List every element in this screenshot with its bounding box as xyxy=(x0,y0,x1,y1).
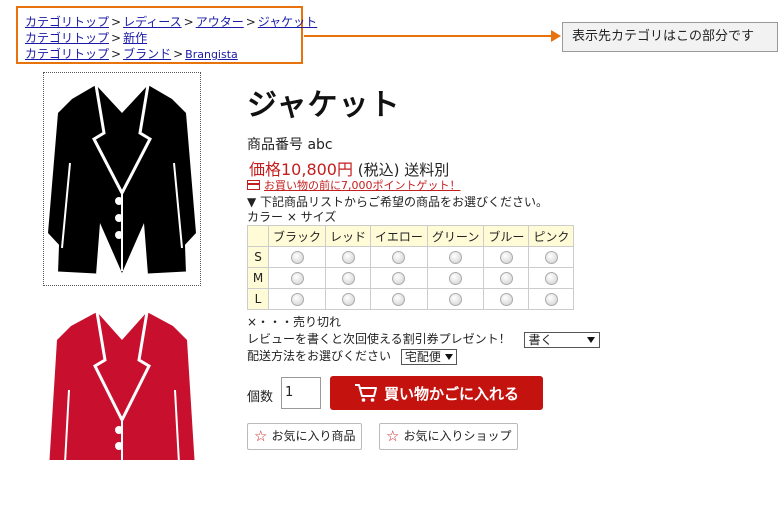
size-header: L xyxy=(247,288,269,310)
favorite-shop-label: お気に入りショップ xyxy=(403,429,512,443)
crumb-link[interactable]: カテゴリトップ xyxy=(25,31,109,45)
favorite-shop-button[interactable]: ☆ お気に入りショップ xyxy=(379,423,519,450)
variant-radio[interactable] xyxy=(449,272,463,285)
product-title: ジャケット xyxy=(247,88,401,123)
add-to-cart-label: 買い物かごに入れる xyxy=(383,384,519,403)
product-image-secondary[interactable] xyxy=(43,300,201,460)
star-icon: ☆ xyxy=(386,427,400,445)
variant-radio[interactable] xyxy=(499,251,513,264)
crumb-link[interactable]: ブランド xyxy=(123,47,171,61)
shipping-label: 配送方法をお選びください xyxy=(247,349,392,363)
variant-radio[interactable] xyxy=(544,251,558,264)
crumb-separator: > xyxy=(173,47,184,61)
annotation-arrow-head xyxy=(551,30,561,42)
color-header: ピンク xyxy=(528,225,575,247)
shipping-row: 配送方法をお選びください 宅配便 xyxy=(247,347,457,365)
variant-radio[interactable] xyxy=(341,272,355,285)
color-header: レッド xyxy=(325,225,372,247)
crumb-separator: > xyxy=(111,31,122,45)
matrix-row: M xyxy=(247,267,575,289)
points-promo: お買い物の前に7,000ポイントゲット！ xyxy=(247,177,461,193)
color-header: ブルー xyxy=(483,225,530,247)
chevron-down-icon xyxy=(587,336,596,343)
variant-radio[interactable] xyxy=(392,251,406,264)
variant-radio[interactable] xyxy=(290,272,304,285)
black-jacket-image xyxy=(48,84,196,277)
color-header: イエロー xyxy=(370,225,428,247)
variant-radio[interactable] xyxy=(290,251,304,264)
matrix-axis-label: カラー × サイズ xyxy=(247,210,337,224)
shipping-select-value: 宅配便 xyxy=(404,349,441,364)
variant-radio[interactable] xyxy=(290,293,304,306)
crumb-separator: > xyxy=(111,15,122,29)
variant-radio[interactable] xyxy=(449,251,463,264)
crumb-separator: > xyxy=(111,47,122,61)
matrix-header-row: ブラック レッド イエロー グリーン ブルー ピンク xyxy=(247,225,575,247)
breadcrumb-box: カテゴリトップ > レディース > アウター > ジャケット カテゴリトップ > 新作 カテゴリ… xyxy=(16,6,317,64)
variant-radio[interactable] xyxy=(341,293,355,306)
crumb-separator: > xyxy=(183,15,194,29)
size-header: M xyxy=(247,267,269,289)
add-to-cart-button[interactable]: 買い物かごに入れる xyxy=(330,376,543,410)
crumb-link[interactable]: レディース xyxy=(123,15,182,29)
matrix-corner xyxy=(247,225,269,247)
variant-radio[interactable] xyxy=(544,272,558,285)
color-header: ブラック xyxy=(267,225,327,247)
crumb-separator: > xyxy=(245,15,256,29)
variant-radio[interactable] xyxy=(392,293,406,306)
variant-radio[interactable] xyxy=(499,272,513,285)
crumb-link[interactable]: カテゴリトップ xyxy=(25,15,109,29)
variant-radio[interactable] xyxy=(392,272,406,285)
variant-radio[interactable] xyxy=(544,293,558,306)
annotation-note: 表示先カテゴリはこの部分です xyxy=(562,22,778,52)
product-image-main[interactable] xyxy=(43,72,201,286)
quantity-label: 個数 xyxy=(247,390,274,405)
card-icon xyxy=(247,180,260,190)
red-jacket-image xyxy=(49,311,195,460)
crumb-link[interactable]: Brangista xyxy=(185,48,238,61)
review-label: レビューを書くと次回使える割引券プレゼント！ xyxy=(247,332,511,346)
variant-radio[interactable] xyxy=(341,251,355,264)
crumb-link[interactable]: カテゴリトップ xyxy=(25,47,109,61)
size-header: S xyxy=(247,246,269,268)
review-select[interactable]: 書く xyxy=(524,331,601,348)
breadcrumb-line-1: カテゴリトップ > レディース > アウター > ジャケット xyxy=(25,14,317,30)
star-icon: ☆ xyxy=(254,427,268,445)
favorite-item-label: お気に入り商品 xyxy=(271,429,356,443)
matrix-row: L xyxy=(247,288,575,310)
shipping-select[interactable]: 宅配便 xyxy=(400,348,457,365)
soldout-legend: ×・・・売り切れ xyxy=(247,315,342,329)
favorite-item-button[interactable]: ☆ お気に入り商品 xyxy=(247,423,363,450)
annotation-arrow-line xyxy=(304,35,554,37)
points-link[interactable]: お買い物の前に7,000ポイントゲット！ xyxy=(264,179,461,192)
color-header: グリーン xyxy=(426,225,485,247)
breadcrumb-line-2: カテゴリトップ > 新作 xyxy=(25,30,301,46)
cart-icon xyxy=(354,384,377,402)
product-code: 商品番号 abc xyxy=(247,137,333,153)
variant-radio[interactable] xyxy=(449,293,463,306)
color-size-matrix: ブラック レッド イエロー グリーン ブルー ピンク S M L xyxy=(247,225,575,310)
variant-radio[interactable] xyxy=(499,293,513,306)
chevron-down-icon xyxy=(444,354,453,360)
review-row: レビューを書くと次回使える割引券プレゼント！ 書く xyxy=(247,330,601,348)
review-select-value: 書く xyxy=(528,332,553,347)
breadcrumb-line-3: カテゴリトップ > ブランド > Brangista xyxy=(25,46,301,63)
crumb-link[interactable]: ジャケット xyxy=(258,15,317,29)
crumb-link[interactable]: アウター xyxy=(196,15,244,29)
matrix-row: S xyxy=(247,246,575,268)
crumb-link[interactable]: 新作 xyxy=(123,31,147,45)
quantity-input[interactable]: 1 xyxy=(281,377,321,409)
